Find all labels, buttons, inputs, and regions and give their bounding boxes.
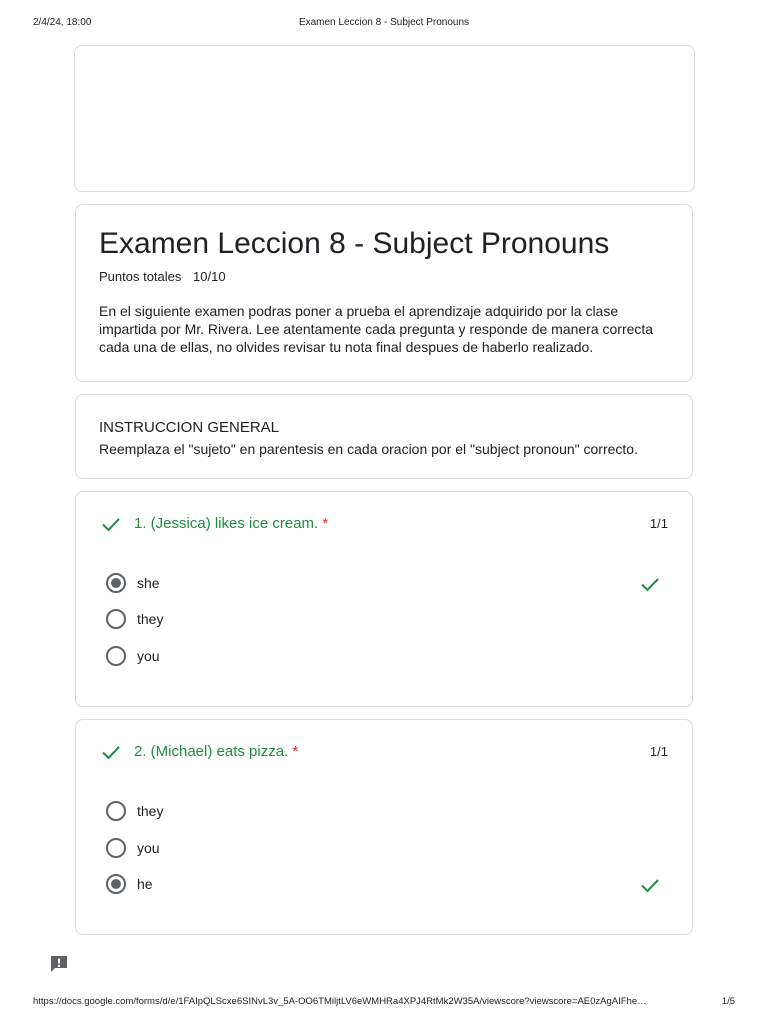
radio-unselected[interactable] — [106, 609, 126, 629]
radio-selected[interactable] — [106, 874, 126, 894]
check-icon — [641, 578, 659, 592]
check-icon — [102, 746, 120, 760]
required-mark: * — [292, 743, 299, 760]
print-url: https://docs.google.com/forms/d/e/1FAIpQ… — [33, 996, 647, 1007]
option-label: he — [137, 876, 153, 892]
option-you[interactable]: you — [106, 837, 666, 859]
instructions-text: Reemplaza el "sujeto" en parentesis en c… — [99, 441, 638, 457]
print-title: Examen Leccion 8 - Subject Pronouns — [298, 17, 470, 28]
instructions-card: INSTRUCCION GENERAL Reemplaza el "sujeto… — [75, 394, 693, 479]
print-header: 2/4/24, 18:00 Examen Leccion 8 - Subject… — [0, 17, 768, 29]
question-text: 1. (Jessica) likes ice cream. — [134, 515, 319, 532]
score-label: Puntos totales — [99, 269, 182, 284]
page: 2/4/24, 18:00 Examen Leccion 8 - Subject… — [0, 0, 768, 1024]
question-points: 1/1 — [649, 516, 668, 531]
score-value: 10/10 — [193, 269, 226, 284]
option-they[interactable]: they — [106, 800, 666, 822]
question-title: 2. (Michael) eats pizza. * — [134, 743, 298, 761]
option-label: you — [137, 840, 160, 856]
required-mark: * — [322, 515, 329, 532]
page-number: 1/5 — [721, 996, 735, 1007]
option-she[interactable]: she — [106, 572, 666, 594]
question-title: 1. (Jessica) likes ice cream. * — [134, 515, 328, 533]
check-icon — [641, 879, 659, 893]
option-label: you — [137, 648, 160, 664]
question-points: 1/1 — [649, 744, 668, 759]
radio-selected[interactable] — [106, 573, 126, 593]
option-label: she — [137, 575, 160, 591]
radio-unselected[interactable] — [106, 646, 126, 666]
question-text: 2. (Michael) eats pizza. — [134, 743, 289, 760]
radio-unselected[interactable] — [106, 801, 126, 821]
check-icon — [102, 518, 120, 532]
report-feedback-icon[interactable] — [49, 954, 69, 974]
option-label: they — [137, 611, 164, 627]
question-card-1: 1. (Jessica) likes ice cream. * 1/1 she … — [75, 491, 693, 707]
option-label: they — [137, 803, 164, 819]
total-score: Puntos totales 10/10 — [99, 269, 226, 285]
form-description: En el siguiente examen podras poner a pr… — [99, 303, 654, 355]
print-footer: https://docs.google.com/forms/d/e/1FAIpQ… — [0, 996, 768, 1008]
option-you[interactable]: you — [106, 645, 666, 667]
radio-unselected[interactable] — [106, 838, 126, 858]
option-he[interactable]: he — [106, 873, 666, 895]
form-title: Examen Leccion 8 - Subject Pronouns — [99, 227, 610, 260]
header-banner — [74, 45, 695, 192]
instructions-title: INSTRUCCION GENERAL — [99, 419, 280, 436]
option-they[interactable]: they — [106, 608, 666, 630]
form-title-card: Examen Leccion 8 - Subject Pronouns Punt… — [75, 204, 693, 382]
question-card-2: 2. (Michael) eats pizza. * 1/1 they you … — [75, 719, 693, 935]
